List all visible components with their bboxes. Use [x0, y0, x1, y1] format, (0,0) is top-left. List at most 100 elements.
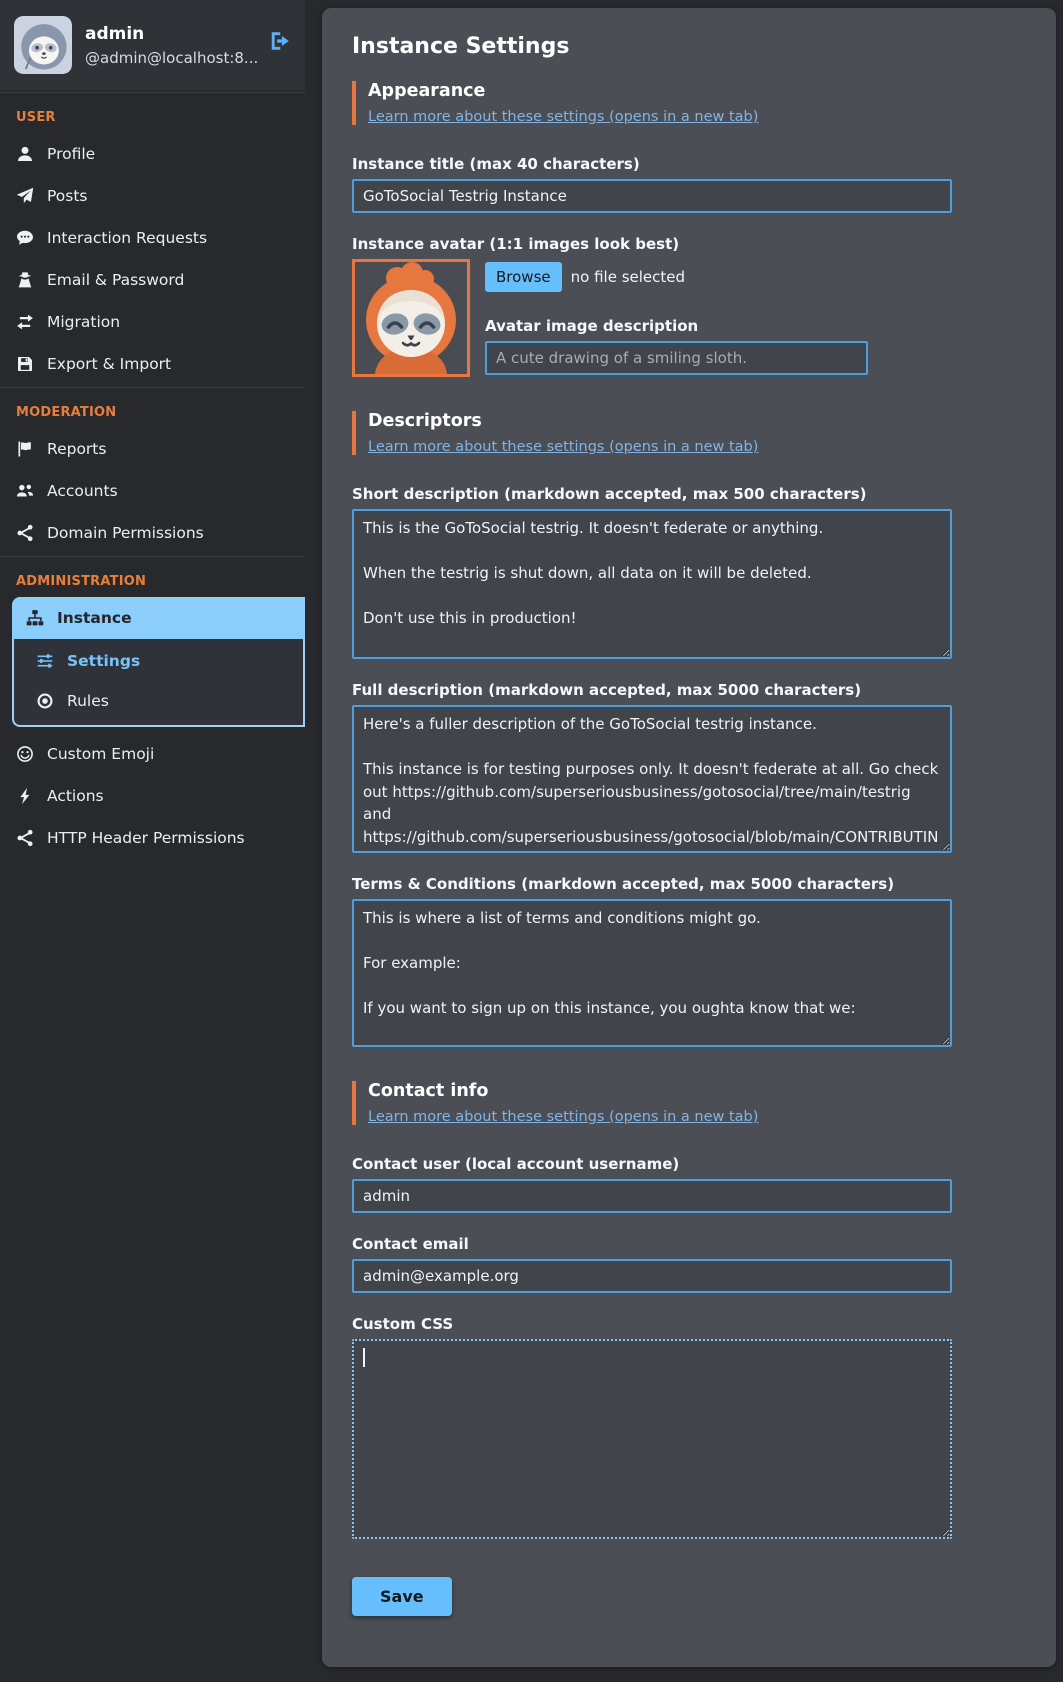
- sidebar-item-label: Posts: [47, 187, 88, 205]
- dot-circle-icon: [36, 692, 54, 710]
- smile-icon: [16, 745, 34, 763]
- sidebar-item-label: Profile: [47, 145, 95, 163]
- descriptors-section-header: Descriptors Learn more about these setti…: [352, 411, 1026, 455]
- sidebar-item-label: Migration: [47, 313, 120, 331]
- custom-css-field: Custom CSS: [352, 1315, 952, 1539]
- instance-title-input[interactable]: [352, 179, 952, 213]
- user-secret-icon: [16, 271, 34, 289]
- appearance-learn-more-link[interactable]: Learn more about these settings (opens i…: [368, 109, 758, 125]
- sidebar-item-http-header-permissions[interactable]: HTTP Header Permissions: [0, 817, 305, 859]
- contact-email-label: Contact email: [352, 1235, 952, 1253]
- sidebar: admin @admin@localhost:8... USER Profile…: [0, 0, 305, 859]
- contact-heading: Contact info: [368, 1081, 1026, 1101]
- sidebar-item-instance[interactable]: Instance: [12, 597, 305, 639]
- sidebar-item-interaction-requests[interactable]: Interaction Requests: [0, 217, 305, 259]
- contact-learn-more-link[interactable]: Learn more about these settings (opens i…: [368, 1109, 758, 1125]
- sidebar-item-domain-permissions[interactable]: Domain Permissions: [0, 512, 305, 554]
- instance-submenu: Settings Rules: [12, 639, 305, 727]
- exchange-icon: [16, 313, 34, 331]
- text-cursor: [363, 1348, 365, 1367]
- sidebar-item-accounts[interactable]: Accounts: [0, 470, 305, 512]
- full-description-textarea[interactable]: Here's a fuller description of the GoToS…: [352, 705, 952, 853]
- share-nodes-icon: [16, 524, 34, 542]
- paper-plane-icon: [16, 187, 34, 205]
- file-status-text: no file selected: [571, 268, 685, 286]
- sidebar-item-email-password[interactable]: Email & Password: [0, 259, 305, 301]
- sliders-icon: [36, 652, 54, 670]
- user-icon: [16, 145, 34, 163]
- username: admin: [85, 24, 258, 44]
- sidebar-item-label: Reports: [47, 440, 106, 458]
- appearance-section-header: Appearance Learn more about these settin…: [352, 81, 1026, 125]
- instance-title-label: Instance title (max 40 characters): [352, 155, 952, 173]
- sidebar-item-reports[interactable]: Reports: [0, 428, 305, 470]
- divider: [0, 387, 305, 388]
- divider: [0, 92, 305, 93]
- sidebar-item-custom-emoji[interactable]: Custom Emoji: [0, 733, 305, 775]
- user-avatar sloth-avatar: [14, 16, 72, 74]
- comment-icon: [16, 229, 34, 247]
- sidebar-item-label: HTTP Header Permissions: [47, 829, 245, 847]
- save-button[interactable]: Save: [352, 1577, 452, 1616]
- section-header-administration: ADMINISTRATION: [0, 559, 305, 597]
- page-title: Instance Settings: [352, 34, 1026, 59]
- avatar-description-label: Avatar image description: [485, 317, 868, 335]
- full-description-field: Full description (markdown accepted, max…: [352, 681, 952, 853]
- instance-settings-panel: Instance Settings Appearance Learn more …: [322, 8, 1056, 1667]
- custom-css-textarea[interactable]: [352, 1339, 952, 1539]
- section-header-moderation: MODERATION: [0, 390, 305, 428]
- sidebar-item-label: Interaction Requests: [47, 229, 207, 247]
- avatar-description-input[interactable]: [485, 341, 868, 375]
- descriptors-learn-more-link[interactable]: Learn more about these settings (opens i…: [368, 439, 758, 455]
- bolt-icon: [16, 787, 34, 805]
- sidebar-item-settings[interactable]: Settings: [14, 641, 303, 681]
- sidebar-item-rules[interactable]: Rules: [14, 681, 303, 721]
- sidebar-item-label: Export & Import: [47, 355, 171, 373]
- instance-title-field: Instance title (max 40 characters): [352, 155, 952, 213]
- users-icon: [16, 482, 34, 500]
- contact-user-input[interactable]: [352, 1179, 952, 1213]
- contact-user-label: Contact user (local account username): [352, 1155, 952, 1173]
- floppy-icon: [16, 355, 34, 373]
- sidebar-item-label: Domain Permissions: [47, 524, 204, 542]
- contact-user-field: Contact user (local account username): [352, 1155, 952, 1213]
- share-nodes-icon: [16, 829, 34, 847]
- user-card[interactable]: admin @admin@localhost:8...: [0, 0, 305, 90]
- sidebar-item-label: Instance: [57, 609, 132, 627]
- sidebar-item-label: Actions: [47, 787, 104, 805]
- sidebar-item-label: Accounts: [47, 482, 118, 500]
- short-description-field: Short description (markdown accepted, ma…: [352, 485, 952, 659]
- short-description-textarea[interactable]: This is the GoToSocial testrig. It doesn…: [352, 509, 952, 659]
- instance-avatar-field: Instance avatar (1:1 images look best): [352, 235, 952, 377]
- sidebar-item-label: Email & Password: [47, 271, 184, 289]
- section-header-user: USER: [0, 95, 305, 133]
- sidebar-item-actions[interactable]: Actions: [0, 775, 305, 817]
- contact-section-header: Contact info Learn more about these sett…: [352, 1081, 1026, 1125]
- user-handle: @admin@localhost:8...: [85, 49, 258, 67]
- full-description-label: Full description (markdown accepted, max…: [352, 681, 952, 699]
- instance-avatar-label: Instance avatar (1:1 images look best): [352, 235, 952, 253]
- sidebar-item-profile[interactable]: Profile: [0, 133, 305, 175]
- sign-out-icon[interactable]: [269, 30, 291, 52]
- short-description-label: Short description (markdown accepted, ma…: [352, 485, 952, 503]
- sidebar-item-posts[interactable]: Posts: [0, 175, 305, 217]
- sidebar-item-migration[interactable]: Migration: [0, 301, 305, 343]
- sidebar-item-label: Rules: [67, 692, 109, 710]
- terms-textarea[interactable]: This is where a list of terms and condit…: [352, 899, 952, 1047]
- descriptors-heading: Descriptors: [368, 411, 1026, 431]
- sidebar-item-label: Custom Emoji: [47, 745, 154, 763]
- terms-label: Terms & Conditions (markdown accepted, m…: [352, 875, 952, 893]
- browse-button[interactable]: Browse: [485, 262, 562, 292]
- sidebar-item-export-import[interactable]: Export & Import: [0, 343, 305, 385]
- contact-email-field: Contact email: [352, 1235, 952, 1293]
- sidebar-item-label: Settings: [67, 652, 140, 670]
- divider: [0, 556, 305, 557]
- terms-field: Terms & Conditions (markdown accepted, m…: [352, 875, 952, 1047]
- flag-icon: [16, 440, 34, 458]
- appearance-heading: Appearance: [368, 81, 1026, 101]
- sitemap-icon: [26, 609, 44, 627]
- instance-avatar-image orange-sloth-avatar: [352, 259, 470, 377]
- instance-menu-group: Instance Settings Rules: [12, 597, 305, 727]
- contact-email-input[interactable]: [352, 1259, 952, 1293]
- custom-css-label: Custom CSS: [352, 1315, 952, 1333]
